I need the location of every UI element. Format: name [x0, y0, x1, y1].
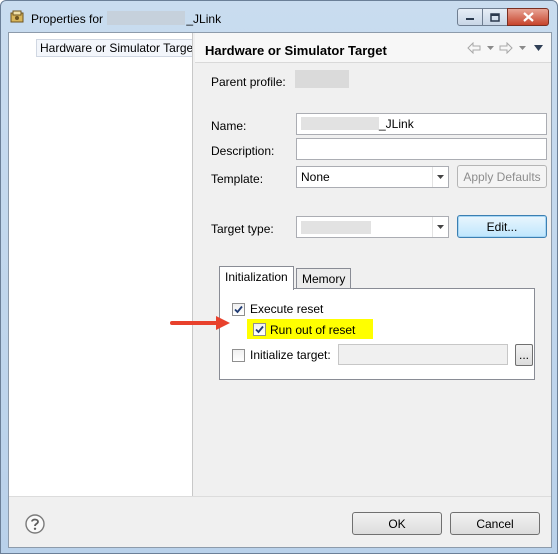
name-field-suffix: _JLink — [379, 117, 414, 131]
parent-profile-label: Parent profile: — [211, 75, 286, 89]
property-page: Hardware or Simulator Target Parent prof… — [195, 33, 551, 496]
redacted-block — [107, 11, 186, 25]
maximize-button[interactable] — [482, 8, 508, 26]
execute-reset-label: Execute reset — [250, 302, 324, 316]
target-type-label: Target type: — [211, 222, 274, 236]
back-arrow-icon[interactable] — [467, 41, 481, 55]
target-type-redacted-block — [301, 221, 371, 234]
back-dropdown-icon[interactable] — [483, 41, 497, 55]
close-icon — [522, 12, 534, 22]
minimize-button[interactable] — [457, 8, 483, 26]
template-combo[interactable]: None — [296, 166, 449, 188]
template-combo-value: None — [301, 170, 330, 184]
apply-defaults-button[interactable]: Apply Defaults — [457, 165, 547, 188]
close-button[interactable] — [507, 8, 549, 26]
red-arrow-annotation — [170, 316, 230, 330]
property-page-tree: Hardware or Simulator Target — [9, 33, 193, 496]
app-icon — [10, 10, 24, 23]
window-title: Properties for _JLink — [31, 11, 221, 26]
initialize-target-field[interactable] — [338, 344, 508, 365]
edit-button[interactable]: Edit... — [457, 215, 547, 238]
checkmark-icon — [255, 325, 264, 334]
browse-button[interactable]: ... — [515, 344, 533, 366]
description-field[interactable] — [296, 138, 547, 160]
cancel-button[interactable]: Cancel — [450, 512, 540, 535]
dialog-client-area: Hardware or Simulator Target Hardware or… — [8, 32, 552, 548]
tree-item-hardware-or-simulator-target[interactable]: Hardware or Simulator Target — [36, 39, 192, 57]
name-field[interactable]: _JLink — [296, 113, 547, 135]
initialize-target-checkbox[interactable] — [232, 349, 245, 362]
forward-dropdown-icon[interactable] — [515, 41, 529, 55]
page-header: Hardware or Simulator Target — [195, 33, 551, 63]
view-menu-icon[interactable] — [531, 41, 545, 55]
forward-arrow-icon[interactable] — [499, 41, 513, 55]
page-title: Hardware or Simulator Target — [205, 43, 387, 58]
run-out-of-reset-checkbox[interactable] — [253, 323, 266, 336]
name-redacted-block — [301, 117, 379, 130]
chevron-down-icon — [432, 167, 448, 187]
help-icon[interactable] — [25, 514, 45, 534]
chevron-down-icon — [432, 217, 448, 237]
execute-reset-checkbox[interactable] — [232, 303, 245, 316]
initialization-panel: Execute reset Run out of reset Initializ… — [219, 288, 535, 380]
minimize-icon — [466, 18, 474, 20]
tab-memory[interactable]: Memory — [296, 268, 352, 290]
tab-initialization[interactable]: Initialization — [219, 266, 294, 290]
window-title-suffix: _JLink — [186, 12, 222, 26]
checkmark-icon — [234, 305, 243, 314]
ok-button[interactable]: OK — [352, 512, 442, 535]
run-out-of-reset-label: Run out of reset — [270, 323, 356, 337]
window-title-prefix: Properties for — [31, 12, 104, 26]
title-bar[interactable]: Properties for _JLink — [1, 1, 557, 33]
dialog-button-bar: OK Cancel — [9, 496, 551, 547]
maximize-icon — [490, 12, 500, 22]
parent-profile-value-redacted — [295, 70, 349, 88]
description-label: Description: — [211, 144, 275, 158]
template-label: Template: — [211, 172, 264, 186]
target-type-combo[interactable] — [296, 216, 449, 238]
initialize-target-label: Initialize target: — [250, 348, 331, 362]
properties-window: Properties for _JLink Hardware or Simula… — [0, 0, 558, 554]
name-label: Name: — [211, 119, 247, 133]
